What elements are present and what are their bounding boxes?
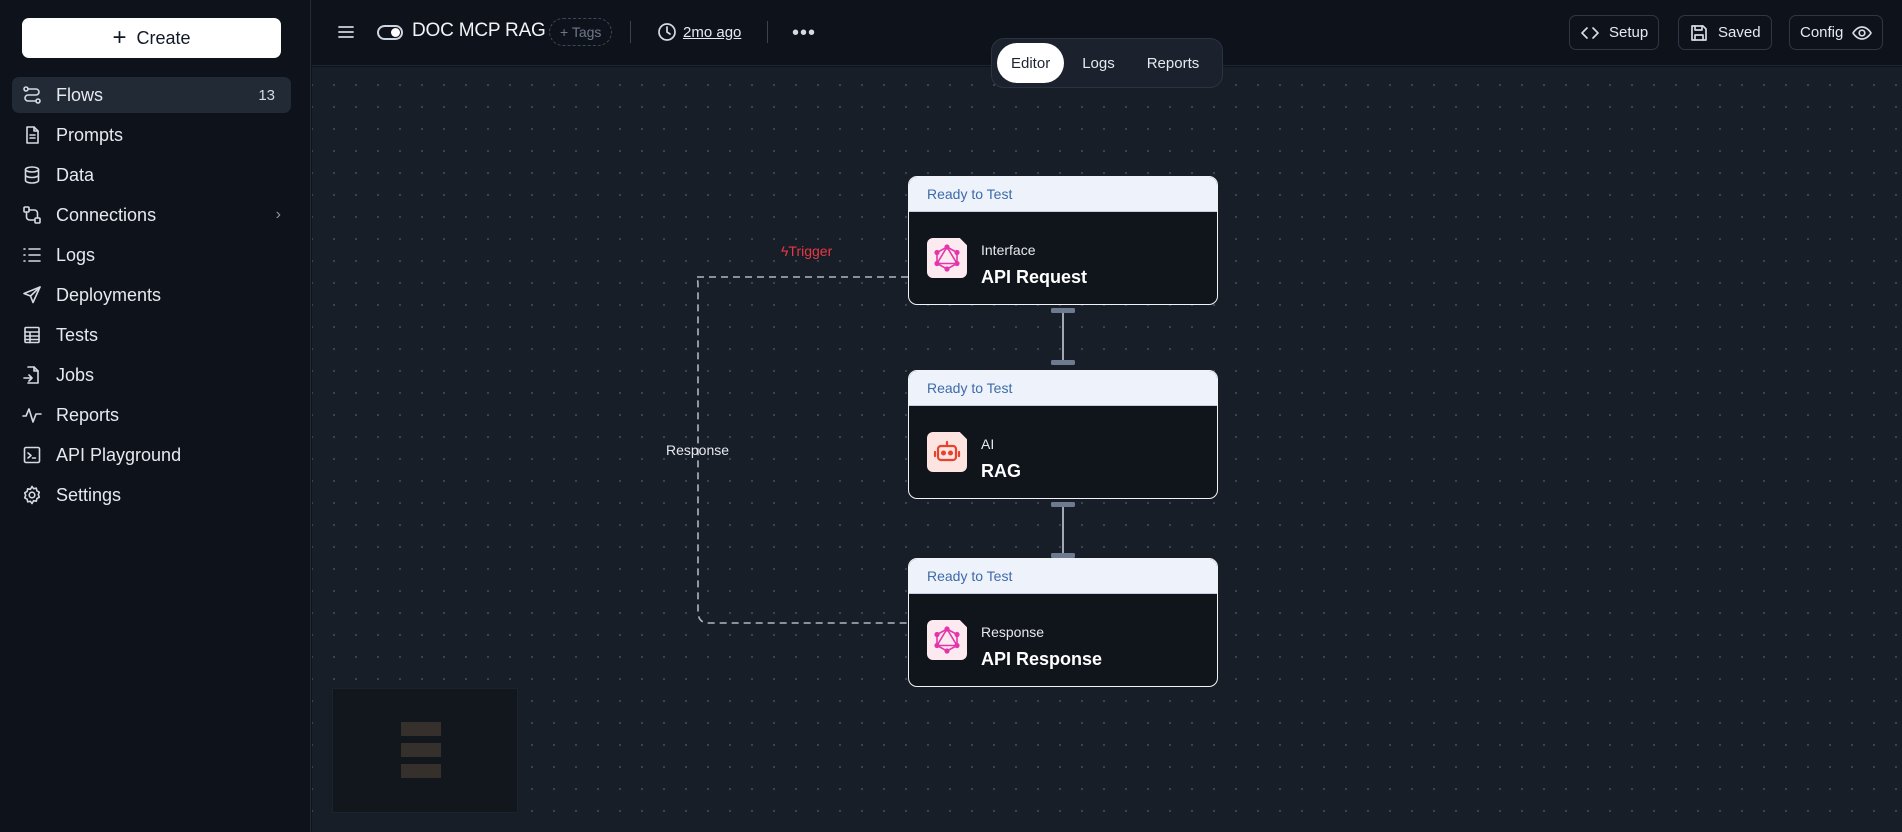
sidebar-item-label: API Playground bbox=[56, 444, 182, 465]
sidebar-item-label: Logs bbox=[56, 244, 96, 265]
clock-icon bbox=[658, 23, 676, 41]
node-name: API Request bbox=[981, 267, 1088, 287]
file-export-icon bbox=[22, 365, 42, 385]
flows-count: 13 bbox=[258, 86, 275, 104]
handle bbox=[1051, 360, 1075, 365]
sidebar-item-api-playground[interactable]: API Playground bbox=[12, 437, 291, 473]
divider bbox=[767, 21, 768, 43]
list-icon bbox=[22, 245, 42, 265]
sidebar-item-prompts[interactable]: Prompts bbox=[12, 117, 291, 153]
create-button[interactable]: + Create bbox=[22, 18, 281, 58]
table-icon bbox=[22, 325, 42, 345]
flows-icon bbox=[22, 85, 42, 105]
sidebar-item-tests[interactable]: Tests bbox=[12, 317, 291, 353]
node-api-response[interactable]: Ready to Test Response API Response bbox=[908, 558, 1218, 687]
trigger-text: Trigger bbox=[788, 243, 833, 259]
sidebar-item-label: Tests bbox=[56, 324, 99, 345]
minimap-node bbox=[401, 764, 441, 778]
setup-label: Setup bbox=[1609, 24, 1649, 41]
sidebar-item-label: Settings bbox=[56, 484, 122, 505]
setup-button[interactable]: Setup bbox=[1569, 15, 1660, 50]
plus-icon: + bbox=[112, 24, 127, 51]
add-tags-button[interactable]: + Tags bbox=[549, 18, 613, 46]
node-status: Ready to Test bbox=[909, 559, 1217, 594]
response-edge-label: Response bbox=[666, 442, 730, 458]
tab-editor[interactable]: Editor bbox=[997, 43, 1065, 83]
config-button[interactable]: Config bbox=[1789, 15, 1884, 50]
minimap-node bbox=[401, 722, 441, 736]
saved-button[interactable]: Saved bbox=[1678, 15, 1772, 50]
gear-icon bbox=[22, 485, 42, 505]
node-status: Ready to Test bbox=[909, 177, 1217, 212]
send-icon bbox=[22, 285, 42, 305]
last-updated-text: 2mo ago bbox=[683, 23, 742, 41]
minimap-node bbox=[401, 743, 441, 757]
view-tabs: Editor Logs Reports bbox=[991, 38, 1223, 88]
terminal-icon bbox=[22, 445, 42, 465]
handle bbox=[1051, 502, 1075, 507]
sidebar-item-deployments[interactable]: Deployments bbox=[12, 277, 291, 313]
graphql-icon bbox=[927, 620, 967, 660]
tab-logs[interactable]: Logs bbox=[1068, 43, 1129, 83]
handle bbox=[1051, 308, 1075, 313]
sidebar-item-settings[interactable]: Settings bbox=[12, 477, 291, 513]
node-name: API Response bbox=[981, 649, 1103, 669]
flow-canvas[interactable]: ϟTrigger Response Ready to Test Interfac… bbox=[312, 67, 1902, 832]
flow-enabled-toggle[interactable] bbox=[377, 25, 403, 40]
node-rag[interactable]: Ready to Test AI RAG bbox=[908, 370, 1218, 499]
node-status: Ready to Test bbox=[909, 371, 1217, 406]
flow-title[interactable]: DOC MCP RAG bbox=[412, 20, 546, 42]
sidebar-item-label: Connections bbox=[56, 204, 157, 225]
chevron-right-icon[interactable]: › bbox=[276, 206, 281, 224]
last-updated[interactable]: 2mo ago bbox=[657, 22, 741, 42]
document-icon bbox=[22, 125, 42, 145]
minimap[interactable] bbox=[332, 688, 518, 813]
database-icon bbox=[22, 165, 42, 185]
sidebar-item-label: Data bbox=[56, 164, 95, 185]
sidebar-item-logs[interactable]: Logs bbox=[12, 237, 291, 273]
sidebar-item-label: Jobs bbox=[56, 364, 95, 385]
trigger-edge-label: ϟTrigger bbox=[781, 243, 832, 259]
more-options-icon[interactable]: ••• bbox=[792, 22, 816, 45]
save-icon bbox=[1691, 24, 1707, 41]
sidebar-item-jobs[interactable]: Jobs bbox=[12, 357, 291, 393]
create-label: Create bbox=[136, 27, 191, 48]
node-name: RAG bbox=[981, 461, 1021, 481]
divider bbox=[630, 21, 631, 43]
node-kind: Interface bbox=[981, 242, 1036, 258]
saved-label: Saved bbox=[1718, 24, 1761, 41]
sidebar-item-data[interactable]: Data bbox=[12, 157, 291, 193]
sidebar-nav: Flows 13 Prompts Data Connections › Logs… bbox=[12, 77, 291, 517]
sidebar-item-label: Prompts bbox=[56, 124, 124, 145]
activity-icon bbox=[22, 405, 42, 425]
menu-icon[interactable] bbox=[336, 22, 356, 42]
sidebar-item-connections[interactable]: Connections › bbox=[12, 197, 291, 233]
connections-icon bbox=[22, 205, 42, 225]
node-api-request[interactable]: Ready to Test Interface API Request bbox=[908, 176, 1218, 305]
config-label: Config bbox=[1800, 24, 1844, 41]
tab-reports[interactable]: Reports bbox=[1133, 43, 1214, 83]
sidebar-item-flows[interactable]: Flows 13 bbox=[12, 77, 291, 113]
graphql-icon bbox=[927, 238, 967, 278]
eye-icon bbox=[1852, 25, 1873, 40]
sidebar-item-label: Reports bbox=[56, 404, 120, 425]
code-icon bbox=[1581, 26, 1599, 39]
sidebar: + Create Flows 13 Prompts Data Connectio… bbox=[0, 0, 311, 832]
node-kind: Response bbox=[981, 624, 1045, 640]
sidebar-item-label: Deployments bbox=[56, 284, 162, 305]
node-kind: AI bbox=[981, 436, 995, 452]
robot-icon bbox=[927, 432, 967, 472]
sidebar-item-label: Flows bbox=[56, 84, 104, 105]
sidebar-item-reports[interactable]: Reports bbox=[12, 397, 291, 433]
